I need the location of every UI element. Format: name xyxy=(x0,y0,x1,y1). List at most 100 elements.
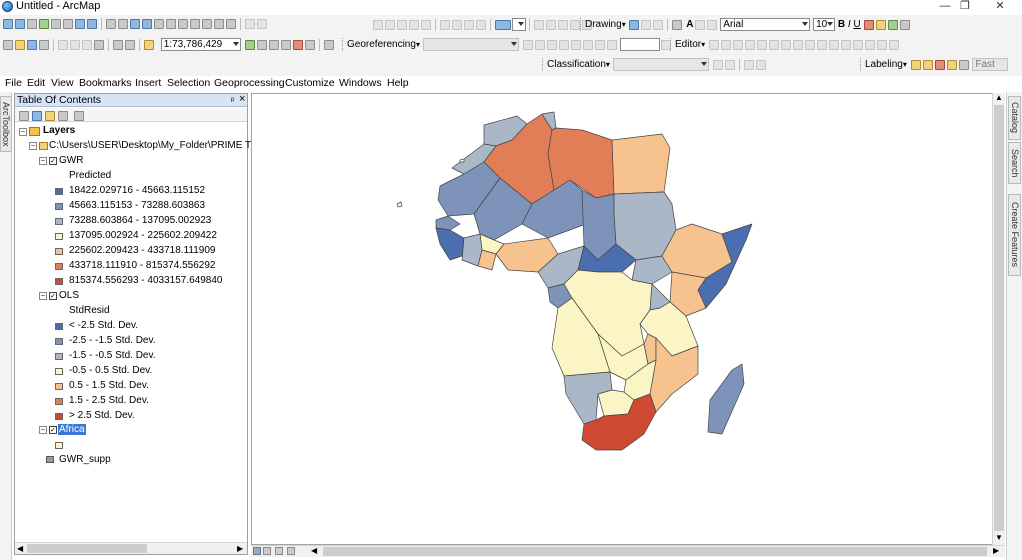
catalog-icon[interactable] xyxy=(268,39,279,50)
label-quality-dropdown[interactable]: Fast xyxy=(972,58,1009,71)
toc-options-icon[interactable] xyxy=(73,110,85,122)
arctoolbox-icon[interactable] xyxy=(292,39,303,50)
go-to-xy-icon[interactable] xyxy=(214,19,224,30)
editor-toolbar-icon[interactable] xyxy=(244,39,255,50)
copy-icon[interactable] xyxy=(70,39,80,50)
underline-button[interactable]: U xyxy=(853,19,860,30)
create-viewer-icon[interactable] xyxy=(245,19,255,30)
font-name-dropdown[interactable]: Arial xyxy=(720,18,811,31)
menu-selection[interactable]: Selection xyxy=(167,76,210,90)
folder-expander[interactable]: − xyxy=(29,142,37,150)
drawing-menu[interactable]: Drawing xyxy=(585,19,622,30)
gwr-visibility-checkbox[interactable]: ✓ xyxy=(49,157,57,165)
delete-icon[interactable] xyxy=(94,39,104,50)
map-hscroll-thumb[interactable] xyxy=(323,547,987,556)
full-extent-icon[interactable] xyxy=(39,19,49,30)
map-horizontal-scrollbar[interactable]: ◀ ▶ xyxy=(251,545,1005,557)
identify-icon[interactable] xyxy=(142,19,152,30)
refresh-view-icon[interactable] xyxy=(275,547,283,555)
ols-class-swatch[interactable] xyxy=(55,398,63,405)
label-priority-icon[interactable] xyxy=(922,59,933,70)
time-slider-icon[interactable] xyxy=(226,19,236,30)
toc-scroll-thumb[interactable] xyxy=(27,544,147,553)
select-elements-draw-icon[interactable] xyxy=(629,19,640,30)
map-display[interactable] xyxy=(251,93,1005,545)
back-extent-icon[interactable] xyxy=(75,19,85,30)
measure-icon[interactable] xyxy=(178,19,188,30)
menu-geoprocessing[interactable]: Geoprocessing xyxy=(214,76,285,90)
ols-visibility-checkbox[interactable]: ✓ xyxy=(49,292,57,300)
ols-class-swatch[interactable] xyxy=(55,383,63,390)
color-dropdown[interactable] xyxy=(512,18,526,31)
georeference-layer-dropdown[interactable] xyxy=(422,38,519,51)
pan-icon[interactable] xyxy=(27,19,37,30)
menu-help[interactable]: Help xyxy=(387,76,409,90)
layers-label[interactable]: Layers xyxy=(43,124,75,138)
labeling-menu[interactable]: Labeling xyxy=(865,59,903,70)
gwr-class-swatch[interactable] xyxy=(55,233,63,240)
hscroll-left-icon[interactable]: ◀ xyxy=(311,546,317,555)
label-weight-icon[interactable] xyxy=(958,59,969,70)
map-vscroll-thumb[interactable] xyxy=(994,105,1004,531)
restore-button[interactable]: ❐ xyxy=(950,0,980,14)
undo-icon[interactable] xyxy=(113,39,123,50)
map-vertical-scrollbar[interactable]: ▲ ▼ xyxy=(992,93,1005,545)
select-features-icon[interactable] xyxy=(106,19,116,30)
layers-expander[interactable]: − xyxy=(19,128,27,136)
redo-icon[interactable] xyxy=(125,39,135,50)
table-of-contents-icon[interactable] xyxy=(256,39,267,50)
model-builder-icon[interactable] xyxy=(323,39,334,50)
scroll-down-icon[interactable]: ▼ xyxy=(995,533,1003,542)
list-by-visibility-icon[interactable] xyxy=(44,110,56,122)
menu-file[interactable]: File xyxy=(5,76,22,90)
menu-insert[interactable]: Insert xyxy=(135,76,161,90)
label-manager-icon[interactable] xyxy=(910,59,921,70)
italic-button[interactable]: I xyxy=(848,19,851,30)
find-route-icon[interactable] xyxy=(202,19,212,30)
gwr-class-swatch[interactable] xyxy=(55,263,63,270)
hyperlink-icon[interactable] xyxy=(154,19,164,30)
find-icon[interactable] xyxy=(190,19,200,30)
gwr-class-swatch[interactable] xyxy=(55,188,63,195)
gwr-class-swatch[interactable] xyxy=(55,203,63,210)
menu-edit[interactable]: Edit xyxy=(27,76,45,90)
clear-selection-icon[interactable] xyxy=(118,19,128,30)
zoom-in-icon[interactable] xyxy=(3,19,13,30)
bold-button[interactable]: B xyxy=(838,19,845,30)
rotation-input[interactable] xyxy=(620,38,661,51)
scroll-left-icon[interactable]: ◀ xyxy=(17,544,23,553)
list-by-source-icon[interactable] xyxy=(31,110,43,122)
html-popup-icon[interactable] xyxy=(166,19,176,30)
map-scale-dropdown[interactable]: 1:73,786,429 xyxy=(160,38,241,51)
new-document-icon[interactable] xyxy=(3,39,13,50)
africa-visibility-checkbox[interactable]: ✓ xyxy=(49,426,57,434)
list-by-drawing-order-icon[interactable] xyxy=(18,110,30,122)
ols-class-swatch[interactable] xyxy=(55,368,63,375)
toc-pin-button[interactable]: ᵖ xyxy=(231,94,234,106)
font-color-icon[interactable] xyxy=(864,19,875,30)
close-window-button[interactable]: ✕ xyxy=(985,0,1015,14)
font-size-dropdown[interactable]: 10 xyxy=(813,18,836,31)
line-color-icon[interactable] xyxy=(888,19,899,30)
text-tool[interactable]: A xyxy=(686,19,693,30)
layout-view-icon[interactable] xyxy=(263,547,271,555)
africa-expander[interactable]: − xyxy=(39,426,47,434)
classification-menu[interactable]: Classification xyxy=(547,59,606,70)
ols-layer-name[interactable]: OLS xyxy=(59,289,79,303)
view-unplaced-labels-icon[interactable] xyxy=(946,59,957,70)
classification-layer-dropdown[interactable] xyxy=(612,58,709,71)
toc-horizontal-scrollbar[interactable]: ◀ ▶ xyxy=(15,542,247,554)
ols-class-swatch[interactable] xyxy=(55,338,63,345)
catalog-tab[interactable]: Catalog xyxy=(1008,96,1021,140)
search-tab[interactable]: Search xyxy=(1008,142,1021,184)
menu-bookmarks[interactable]: Bookmarks xyxy=(79,76,132,90)
fixed-zoom-in-icon[interactable] xyxy=(51,19,61,30)
search-window-icon[interactable] xyxy=(280,39,291,50)
menu-windows[interactable]: Windows xyxy=(339,76,382,90)
gwr-supp-table-name[interactable]: GWR_supp xyxy=(59,453,111,467)
scroll-up-icon[interactable]: ▲ xyxy=(995,93,1003,102)
data-view-icon[interactable] xyxy=(253,547,261,555)
python-icon[interactable] xyxy=(304,39,315,50)
gwr-class-swatch[interactable] xyxy=(55,248,63,255)
paste-icon[interactable] xyxy=(82,39,92,50)
